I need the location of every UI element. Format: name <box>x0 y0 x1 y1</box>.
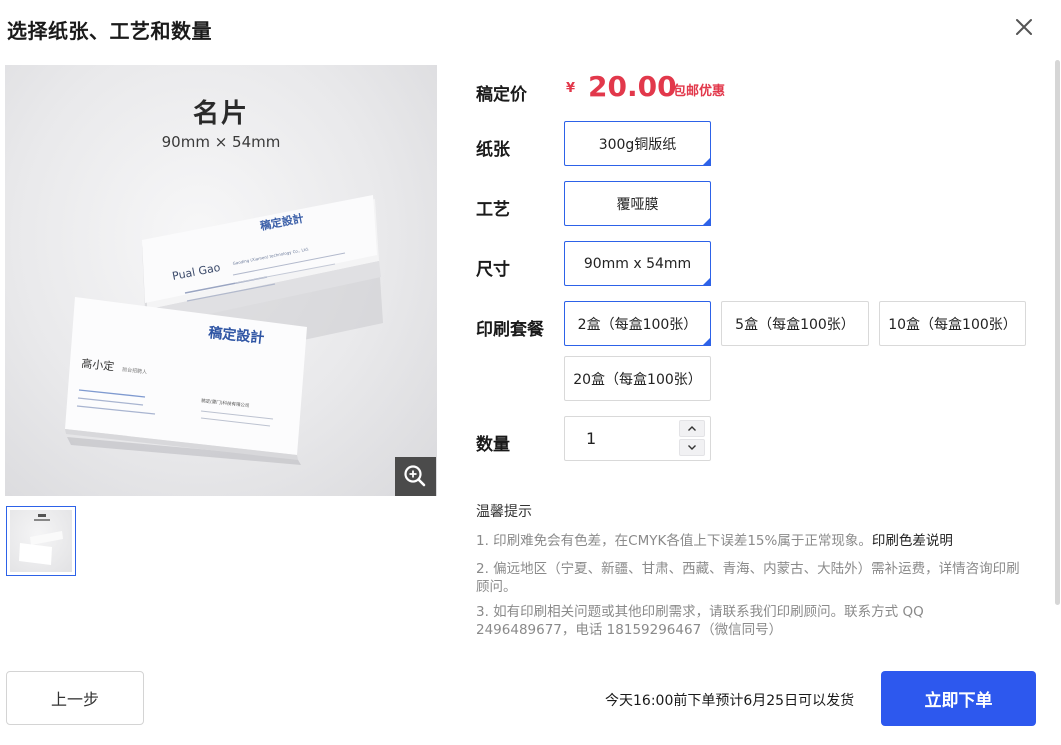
craft-option-matte[interactable]: 覆哑膜 <box>564 181 711 226</box>
paper-option-300g[interactable]: 300g铜版纸 <box>564 121 711 166</box>
business-card-mockup: 稿定設計 Pual Gao Gaoding (Xiamen) technolog… <box>65 195 383 465</box>
zoom-in-icon <box>404 465 426 487</box>
paper-label: 纸张 <box>476 140 510 160</box>
tips-title: 温馨提示 <box>476 504 532 520</box>
tip-item-1: 1. 印刷难免会有色差，在CMYK各值上下误差15%属于正常现象。印刷色差说明 <box>476 532 1026 550</box>
free-shipping-tag: 包邮优惠 <box>673 84 726 99</box>
package-option-20[interactable]: 20盒（每盒100张） <box>564 356 711 401</box>
color-difference-link[interactable]: 印刷色差说明 <box>872 533 953 549</box>
price-amount: 20.00 <box>588 70 677 103</box>
chevron-down-icon <box>688 445 696 450</box>
quantity-stepper <box>564 416 711 461</box>
package-option-5[interactable]: 5盒（每盒100张） <box>721 301 869 346</box>
craft-label: 工艺 <box>476 200 510 220</box>
scrollbar[interactable] <box>1055 60 1060 605</box>
thumbnail-image <box>10 510 72 572</box>
chevron-up-icon <box>688 426 696 431</box>
close-button[interactable] <box>1011 14 1037 40</box>
shipping-estimate: 今天16:00前下单预计6月25日可以发货 <box>605 693 855 709</box>
product-preview: 名片 90mm × 54mm 稿定設計 Pual Gao Gaoding (Xi… <box>5 65 437 496</box>
tip-item-3: 3. 如有印刷相关问题或其他印刷需求，请联系我们印刷顾问。联系方式 QQ 249… <box>476 604 924 638</box>
zoom-button[interactable] <box>395 457 436 496</box>
size-label: 尺寸 <box>476 260 510 280</box>
place-order-button[interactable]: 立即下单 <box>881 671 1036 726</box>
close-icon <box>1016 19 1032 35</box>
size-option-90x54[interactable]: 90mm x 54mm <box>564 241 711 286</box>
quantity-increment-button[interactable] <box>679 420 705 437</box>
price-label: 稿定价 <box>476 85 527 105</box>
package-option-2[interactable]: 2盒（每盒100张） <box>564 301 711 346</box>
dialog-title: 选择纸张、工艺和数量 <box>7 19 212 43</box>
quantity-decrement-button[interactable] <box>679 439 705 456</box>
tip-item-2: 2. 偏远地区（宁夏、新疆、甘肃、西藏、青海、内蒙古、大陆外）需补运费，详情咨询… <box>476 561 1020 595</box>
quantity-label: 数量 <box>476 435 510 455</box>
quantity-input[interactable] <box>566 418 676 459</box>
package-label: 印刷套餐 <box>476 320 544 340</box>
price-currency: ¥ <box>566 81 576 96</box>
tip-text-1: 1. 印刷难免会有色差，在CMYK各值上下误差15%属于正常现象。 <box>476 533 872 549</box>
previous-step-button[interactable]: 上一步 <box>6 671 144 725</box>
preview-thumbnail[interactable] <box>6 506 76 576</box>
package-option-10[interactable]: 10盒（每盒100张） <box>879 301 1026 346</box>
